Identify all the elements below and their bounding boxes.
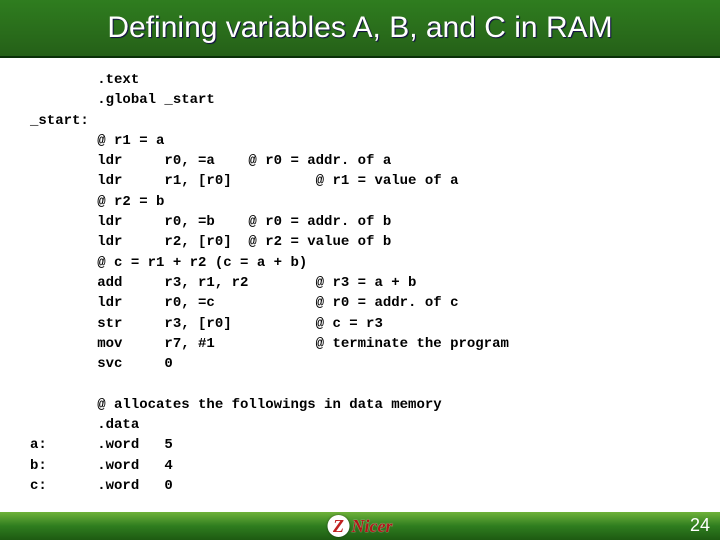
slide: Defining variables A, B, and C in RAM .t… [0,0,720,540]
slide-title: Defining variables A, B, and C in RAM [0,0,720,56]
footer-bar: Z Nicer 24 [0,512,720,540]
page-number: 24 [690,515,710,536]
logo-text: Nicer [352,516,393,537]
code-block: .text .global _start _start: @ r1 = a ld… [30,70,690,496]
logo-mark-icon: Z [328,515,350,537]
footer-logo: Z Nicer [328,514,393,538]
